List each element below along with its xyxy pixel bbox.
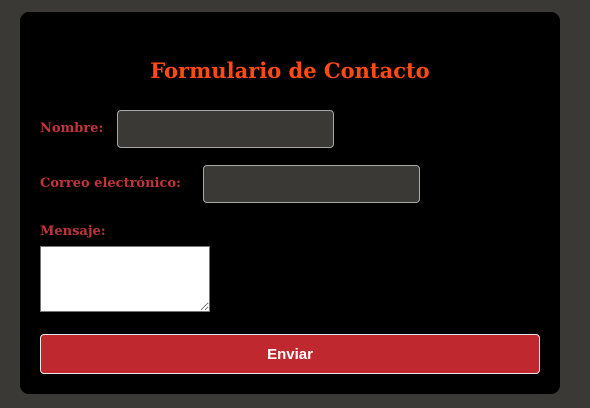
contact-form-card: Formulario de Contacto Nombre: Correo el… [20, 12, 560, 394]
message-textarea[interactable] [40, 246, 210, 312]
submit-button[interactable]: Enviar [40, 334, 540, 374]
form-title: Formulario de Contacto [150, 58, 430, 83]
message-label: Mensaje: [40, 224, 106, 239]
name-input[interactable] [117, 110, 334, 148]
email-input[interactable] [203, 165, 420, 203]
email-label: Correo electrónico: [40, 176, 181, 191]
name-label: Nombre: [40, 121, 104, 136]
